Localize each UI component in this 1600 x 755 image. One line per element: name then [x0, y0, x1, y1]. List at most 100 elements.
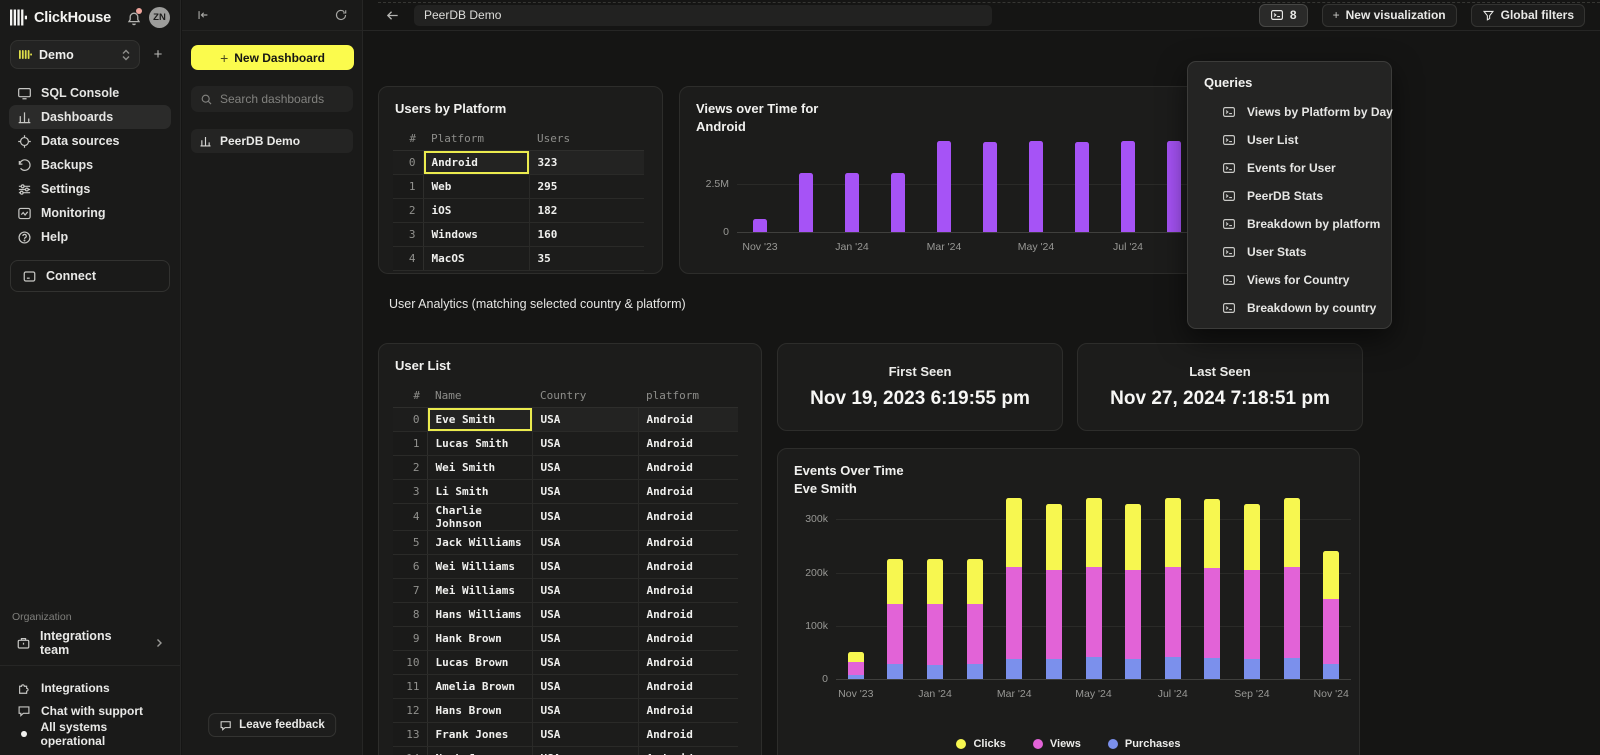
bar-segment	[1075, 142, 1089, 232]
table-row[interactable]: 0Eve SmithUSAAndroid	[393, 407, 738, 431]
table-row[interactable]: 13Frank JonesUSAAndroid	[393, 722, 738, 746]
clickhouse-logo[interactable]: ClickHouse	[10, 9, 111, 26]
new-visualization-button[interactable]: + New visualization	[1322, 4, 1457, 27]
legend-item[interactable]: Purchases	[1108, 738, 1181, 750]
table-cell: Li Smith	[427, 479, 532, 503]
sidebar-item-help[interactable]: Help	[9, 225, 171, 249]
table-row[interactable]: 2Wei SmithUSAAndroid	[393, 455, 738, 479]
query-item[interactable]: User List	[1188, 126, 1391, 154]
bar-segment	[887, 604, 903, 664]
table-cell: Android	[638, 578, 738, 602]
table-cell: Hans Williams	[427, 602, 532, 626]
collapse-sidebar-button[interactable]	[194, 6, 212, 24]
new-dashboard-button[interactable]: + New Dashboard	[191, 45, 354, 70]
query-item[interactable]: Events for User	[1188, 154, 1391, 182]
legend-label: Clicks	[973, 738, 1005, 750]
table-row[interactable]: 4MacOS35	[393, 246, 644, 270]
query-item[interactable]: Breakdown by country	[1188, 294, 1391, 322]
back-button[interactable]	[385, 8, 400, 23]
dashboard-list-item[interactable]: PeerDB Demo	[191, 129, 353, 153]
stat-label: Last Seen	[1189, 364, 1250, 379]
table-row[interactable]: 11Amelia BrownUSAAndroid	[393, 674, 738, 698]
bar-segment	[1323, 551, 1339, 599]
notifications-button[interactable]	[124, 9, 142, 27]
queries-count-button[interactable]: 8	[1259, 4, 1308, 27]
bar-segment	[1323, 599, 1339, 663]
table-cell: USA	[532, 431, 638, 455]
table-row[interactable]: 0Android323	[393, 150, 644, 174]
x-axis-tick: Nov '23	[826, 688, 886, 700]
table-row[interactable]: 1Lucas SmithUSAAndroid	[393, 431, 738, 455]
table-row[interactable]: 5Jack WilliamsUSAAndroid	[393, 530, 738, 554]
query-item[interactable]: Breakdown by platform	[1188, 210, 1391, 238]
queries-popup: Queries Views by Platform by DayUser Lis…	[1187, 61, 1392, 329]
help-icon	[16, 230, 32, 245]
search-dashboards-input[interactable]: Search dashboards	[191, 86, 353, 112]
sidebar-item-settings[interactable]: Settings	[9, 177, 171, 201]
clickhouse-logo-icon	[10, 9, 27, 26]
sidebar-item-integrations-team[interactable]: Integrations team	[9, 631, 171, 655]
table-cell: Jack Williams	[427, 530, 532, 554]
column-header: Country	[532, 385, 638, 407]
query-item-label: PeerDB Stats	[1247, 189, 1323, 203]
table-row[interactable]: 4Charlie JohnsonUSAAndroid	[393, 503, 738, 530]
table-cell: USA	[532, 479, 638, 503]
bar-segment	[848, 662, 864, 675]
avatar[interactable]: ZN	[149, 7, 170, 28]
legend-item[interactable]: Clicks	[956, 738, 1005, 750]
table-row[interactable]: 1Web295	[393, 174, 644, 198]
sidebar-item-integrations[interactable]: Integrations	[9, 676, 171, 699]
table-cell: Android	[638, 626, 738, 650]
table-cell: Amelia Brown	[427, 674, 532, 698]
table-row[interactable]: 8Hans WilliamsUSAAndroid	[393, 602, 738, 626]
table-row[interactable]: 3Windows160	[393, 222, 644, 246]
legend-label: Purchases	[1125, 738, 1181, 750]
table-row[interactable]: 7Mei WilliamsUSAAndroid	[393, 578, 738, 602]
dashboard-title-input[interactable]: PeerDB Demo	[414, 5, 992, 26]
sidebar-item-backups[interactable]: Backups	[9, 153, 171, 177]
table-cell[interactable]: Android	[423, 150, 529, 174]
y-axis-tick: 2.5M	[683, 178, 729, 190]
notification-dot	[136, 8, 142, 14]
connect-icon	[21, 269, 37, 284]
table-row[interactable]: 3Li SmithUSAAndroid	[393, 479, 738, 503]
legend-item[interactable]: Views	[1033, 738, 1081, 750]
table-row[interactable]: 2iOS182	[393, 198, 644, 222]
table-cell[interactable]: Eve Smith	[427, 407, 532, 431]
table-row[interactable]: 10Lucas BrownUSAAndroid	[393, 650, 738, 674]
table-cell: Web	[423, 174, 529, 198]
global-filters-button[interactable]: Global filters	[1471, 4, 1585, 27]
table-row[interactable]: 14Noah JonesUSAAndroid	[393, 746, 738, 755]
sidebar-item-sql-console[interactable]: SQL Console	[9, 81, 171, 105]
console-icon	[1222, 273, 1236, 287]
bar-segment	[983, 142, 997, 232]
service-icon	[19, 48, 32, 61]
sidebar-item-monitoring[interactable]: Monitoring	[9, 201, 171, 225]
table-cell: 3	[393, 479, 427, 503]
sidebar-item-data-sources[interactable]: Data sources	[9, 129, 171, 153]
events-over-time-panel: Events Over Time Eve Smith 0100k200k300k…	[777, 448, 1360, 755]
query-item[interactable]: PeerDB Stats	[1188, 182, 1391, 210]
table-row[interactable]: 9Hank BrownUSAAndroid	[393, 626, 738, 650]
table-cell: USA	[532, 602, 638, 626]
add-service-button[interactable]: +	[146, 43, 170, 67]
stat-value: Nov 27, 2024 7:18:51 pm	[1110, 388, 1330, 410]
sidebar-header: ClickHouse ZN	[0, 0, 180, 32]
system-status[interactable]: All systems operational	[9, 722, 171, 745]
first-seen-panel: First Seen Nov 19, 2023 6:19:55 pm	[777, 343, 1063, 431]
connect-button[interactable]: Connect	[10, 260, 170, 292]
table-row[interactable]: 12Hans BrownUSAAndroid	[393, 698, 738, 722]
bar-segment	[967, 559, 983, 605]
leave-feedback-button[interactable]: Leave feedback	[208, 713, 336, 737]
query-item[interactable]: User Stats	[1188, 238, 1391, 266]
console-icon	[1222, 301, 1236, 315]
table-cell: USA	[532, 407, 638, 431]
workspace-selector[interactable]: Demo	[10, 40, 140, 69]
query-item[interactable]: Views for Country	[1188, 266, 1391, 294]
refresh-button[interactable]	[332, 6, 350, 24]
sidebar-item-dashboards[interactable]: Dashboards	[9, 105, 171, 129]
x-axis-tick: Sep '24	[1222, 688, 1282, 700]
table-cell: 1	[393, 431, 427, 455]
table-row[interactable]: 6Wei WilliamsUSAAndroid	[393, 554, 738, 578]
query-item[interactable]: Views by Platform by Day	[1188, 98, 1391, 126]
